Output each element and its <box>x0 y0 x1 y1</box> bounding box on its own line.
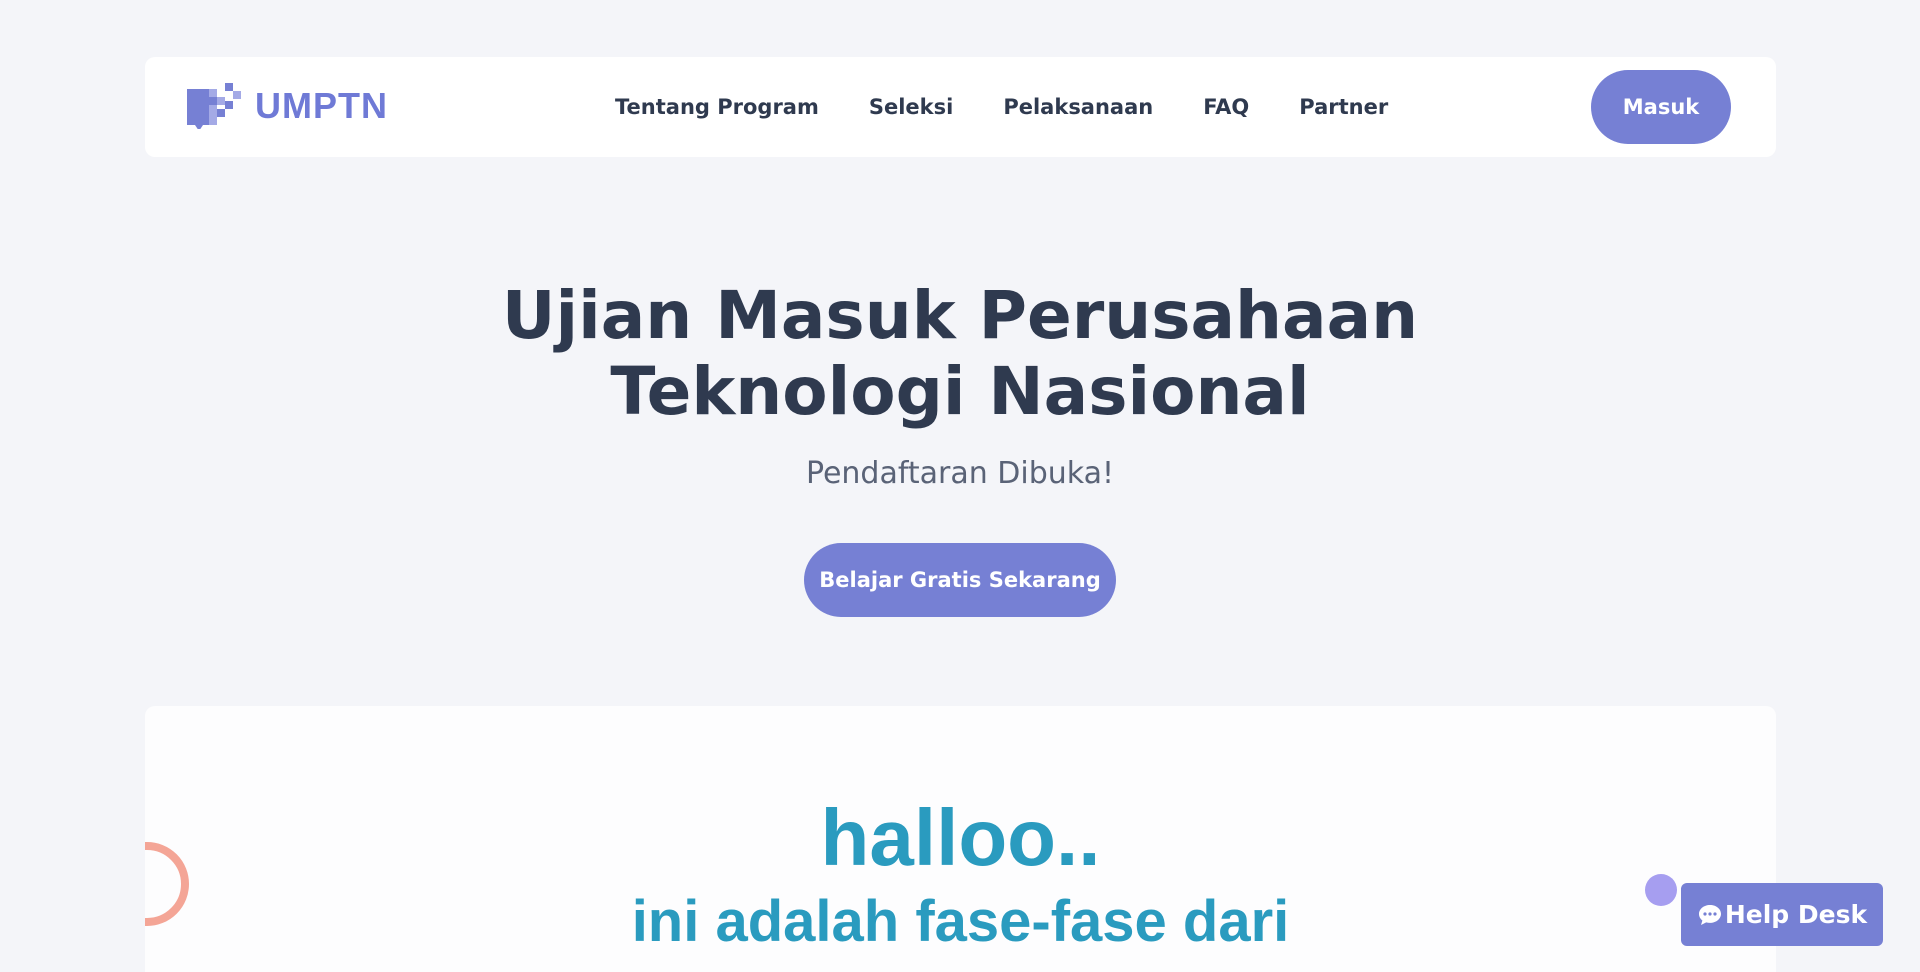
logo-text: UMPTN <box>255 85 388 126</box>
dot-decoration <box>1645 874 1677 906</box>
phases-subtitle: ini adalah fase-fase dari <box>631 889 1290 954</box>
nav-item-tentang-program[interactable]: Tentang Program <box>615 95 819 119</box>
cta-button[interactable]: Belajar Gratis Sekarang <box>804 543 1116 617</box>
login-button[interactable]: Masuk <box>1591 70 1731 144</box>
nav-item-pelaksanaan[interactable]: Pelaksanaan <box>1003 95 1153 119</box>
hero-subtitle: Pendaftaran Dibuka! <box>805 456 1115 491</box>
logo[interactable]: UMPTN <box>187 83 388 129</box>
nav-item-partner[interactable]: Partner <box>1299 95 1388 119</box>
hero-title-line1: Ujian Masuk Perusahaan <box>501 277 1419 354</box>
help-desk-button[interactable]: Help Desk <box>1681 883 1883 946</box>
top-navbar: UMPTN Tentang Program Seleksi Pelaksanaa… <box>145 57 1776 157</box>
phases-title: halloo.. <box>820 793 1101 882</box>
hero-title-line2: Teknologi Nasional <box>610 353 1310 430</box>
nav-item-seleksi[interactable]: Seleksi <box>869 95 953 119</box>
hero-title: Ujian Masuk Perusahaan Teknologi Nasiona… <box>460 278 1460 430</box>
nav-links: Tentang Program Seleksi Pelaksanaan FAQ … <box>615 57 1438 157</box>
nav-item-faq[interactable]: FAQ <box>1203 95 1249 119</box>
help-desk-label: Help Desk <box>1724 900 1868 929</box>
chat-icon <box>1698 904 1721 925</box>
phases-card: halloo.. ini adalah fase-fase dari <box>145 706 1776 972</box>
logo-icon <box>187 83 241 129</box>
